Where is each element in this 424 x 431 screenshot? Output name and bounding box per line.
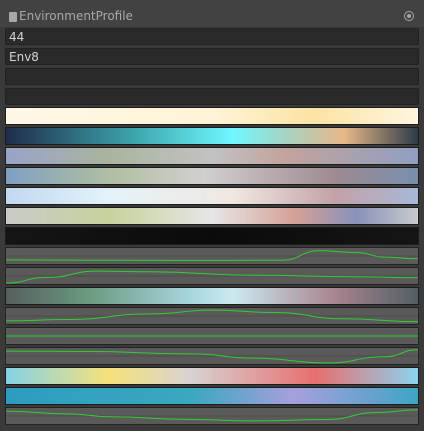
gradient-field-10[interactable] [5,387,419,405]
curve-graph [6,335,418,337]
curve-graph [6,409,418,422]
gradient-field-9[interactable] [5,367,419,385]
curve-graph [6,309,418,323]
gradient-field-6[interactable] [5,207,419,225]
component-header[interactable]: EnvironmentProfile [0,0,424,27]
curve-graph [6,270,418,284]
curve-field-4[interactable] [5,327,419,345]
curve-graph [6,349,418,364]
curve-field-2[interactable] [5,267,419,285]
curve-graph [6,250,418,261]
empty-field-1[interactable] [5,68,419,85]
environment-profile-panel: EnvironmentProfile 44 Env8 [0,0,424,431]
script-icon [9,12,17,22]
gradient-field-8[interactable] [5,287,419,305]
curve-line [6,270,418,284]
gradient-field-5[interactable] [5,187,419,205]
curve-line [6,409,418,422]
curve-field-3[interactable] [5,307,419,325]
name-field[interactable]: Env8 [5,48,419,65]
gradient-field-1[interactable] [5,107,419,125]
gradient-field-3[interactable] [5,147,419,165]
curve-field-5[interactable] [5,347,419,365]
gradient-field-4[interactable] [5,167,419,185]
settings-icon[interactable] [404,11,414,21]
gradient-field-2[interactable] [5,127,419,145]
value-field[interactable]: 44 [5,28,419,45]
empty-field-2[interactable] [5,88,419,105]
curve-field-1[interactable] [5,247,419,265]
gradient-field-7[interactable] [5,227,419,245]
curve-field-6[interactable] [5,407,419,425]
component-title: EnvironmentProfile [19,9,133,23]
